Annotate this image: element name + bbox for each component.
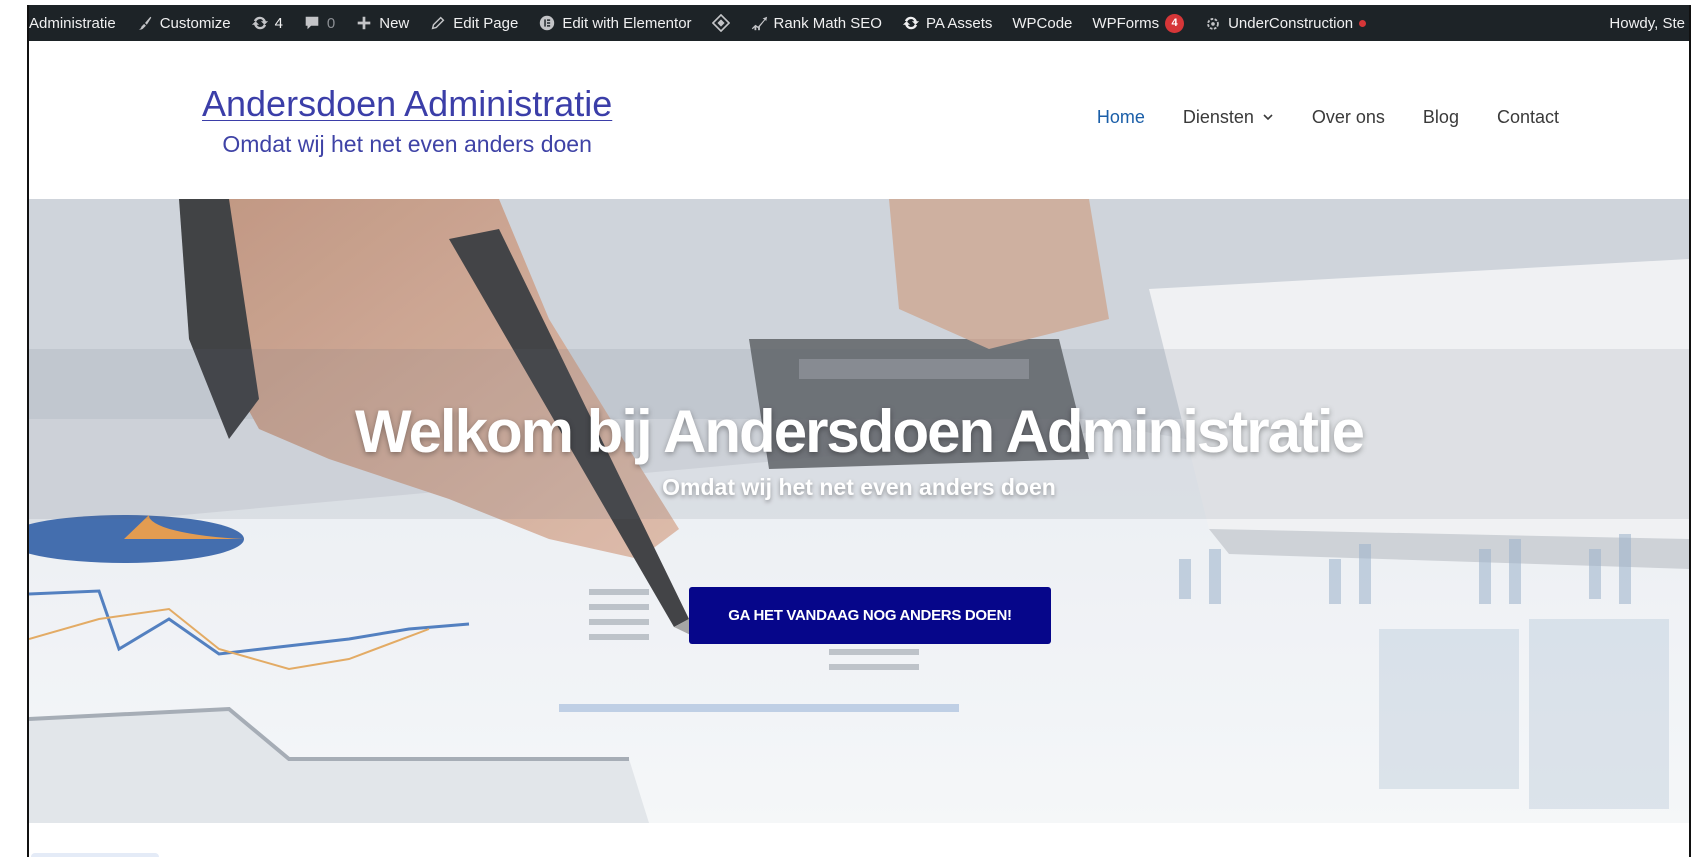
admin-bar-under-construction[interactable]: UnderConstruction [1204, 14, 1367, 32]
nav-item-over-ons[interactable]: Over ons [1312, 107, 1385, 128]
rank-math-label: Rank Math SEO [773, 14, 882, 32]
site-branding[interactable]: Andersdoen Administratie Omdat wij het n… [202, 83, 612, 158]
gear-icon [1204, 14, 1222, 32]
admin-bar-elementor[interactable]: Edit with Elementor [538, 14, 692, 32]
site-tagline: Omdat wij het net even anders doen [222, 131, 592, 157]
customize-label: Customize [159, 14, 231, 32]
elementor-icon [538, 14, 556, 32]
admin-bar-my-account[interactable]: Howdy, Ste [1609, 5, 1689, 41]
admin-bar-new[interactable]: New [355, 14, 409, 32]
updates-count: 4 [274, 14, 283, 32]
hero-subtitle: Omdat wij het net even anders doen [662, 474, 1056, 500]
admin-bar-customize[interactable]: Customize [136, 14, 231, 32]
nav-item-home[interactable]: Home [1097, 107, 1145, 128]
under-construction-label: UnderConstruction [1228, 14, 1354, 32]
diamond-icon [711, 14, 730, 32]
hero-title: Welkom bij Andersdoen Administratie [355, 398, 1365, 465]
admin-bar-comments[interactable]: 0 [303, 14, 335, 32]
plus-icon [355, 14, 373, 32]
pencil-icon [429, 14, 447, 32]
hero-background-image [29, 199, 1689, 823]
chevron-down-icon [1262, 107, 1274, 128]
admin-bar-edit-page[interactable]: Edit Page [429, 14, 518, 32]
comments-count: 0 [326, 14, 336, 32]
wp-admin-bar: Administratie Customize 4 0 New Edit Pag… [29, 5, 1689, 41]
nav-item-diensten-label: Diensten [1182, 107, 1254, 127]
admin-bar-wpforms[interactable]: WPForms 4 [1092, 13, 1185, 33]
pa-assets-label: PA Assets [925, 14, 993, 32]
admin-bar-site-name[interactable]: Administratie [29, 15, 116, 32]
comment-icon [303, 14, 321, 32]
edit-page-label: Edit Page [453, 14, 519, 32]
rank-math-icon [750, 14, 768, 32]
wpforms-notification-badge: 4 [1165, 13, 1185, 33]
wpforms-label: WPForms [1092, 14, 1160, 32]
admin-bar-wpcode[interactable]: WPCode [1012, 15, 1072, 32]
admin-bar-rank-math[interactable]: Rank Math SEO [750, 14, 882, 32]
nav-item-blog[interactable]: Blog [1423, 107, 1459, 128]
partial-element [31, 853, 159, 857]
admin-bar-updates[interactable]: 4 [251, 14, 283, 32]
admin-bar-diamond[interactable] [711, 14, 730, 32]
refresh-icon [902, 14, 920, 32]
howdy-label: Howdy, Ste [1609, 14, 1685, 32]
new-label: New [379, 14, 410, 32]
paintbrush-icon [136, 14, 154, 32]
main-navigation: Home Diensten Over ons Blog Contact [1097, 107, 1559, 128]
site-header: Andersdoen Administratie Omdat wij het n… [29, 41, 1689, 199]
below-hero-area [29, 823, 1689, 857]
nav-item-diensten[interactable]: Diensten [1183, 107, 1274, 128]
hero-section: Welkom bij Andersdoen Administratie Omda… [29, 199, 1689, 823]
site-title[interactable]: Andersdoen Administratie [202, 83, 612, 125]
admin-bar-pa-assets[interactable]: PA Assets [902, 14, 992, 32]
site-name-label: Administratie [29, 14, 116, 32]
browser-viewport: Administratie Customize 4 0 New Edit Pag… [27, 5, 1691, 857]
status-dot [1359, 19, 1367, 27]
wpcode-label: WPCode [1012, 14, 1073, 32]
nav-item-contact[interactable]: Contact [1497, 107, 1559, 128]
elementor-label: Edit with Elementor [562, 14, 692, 32]
cta-button[interactable]: GA HET VANDAAG NOG ANDERS DOEN! [689, 587, 1051, 644]
updates-icon [251, 14, 269, 32]
